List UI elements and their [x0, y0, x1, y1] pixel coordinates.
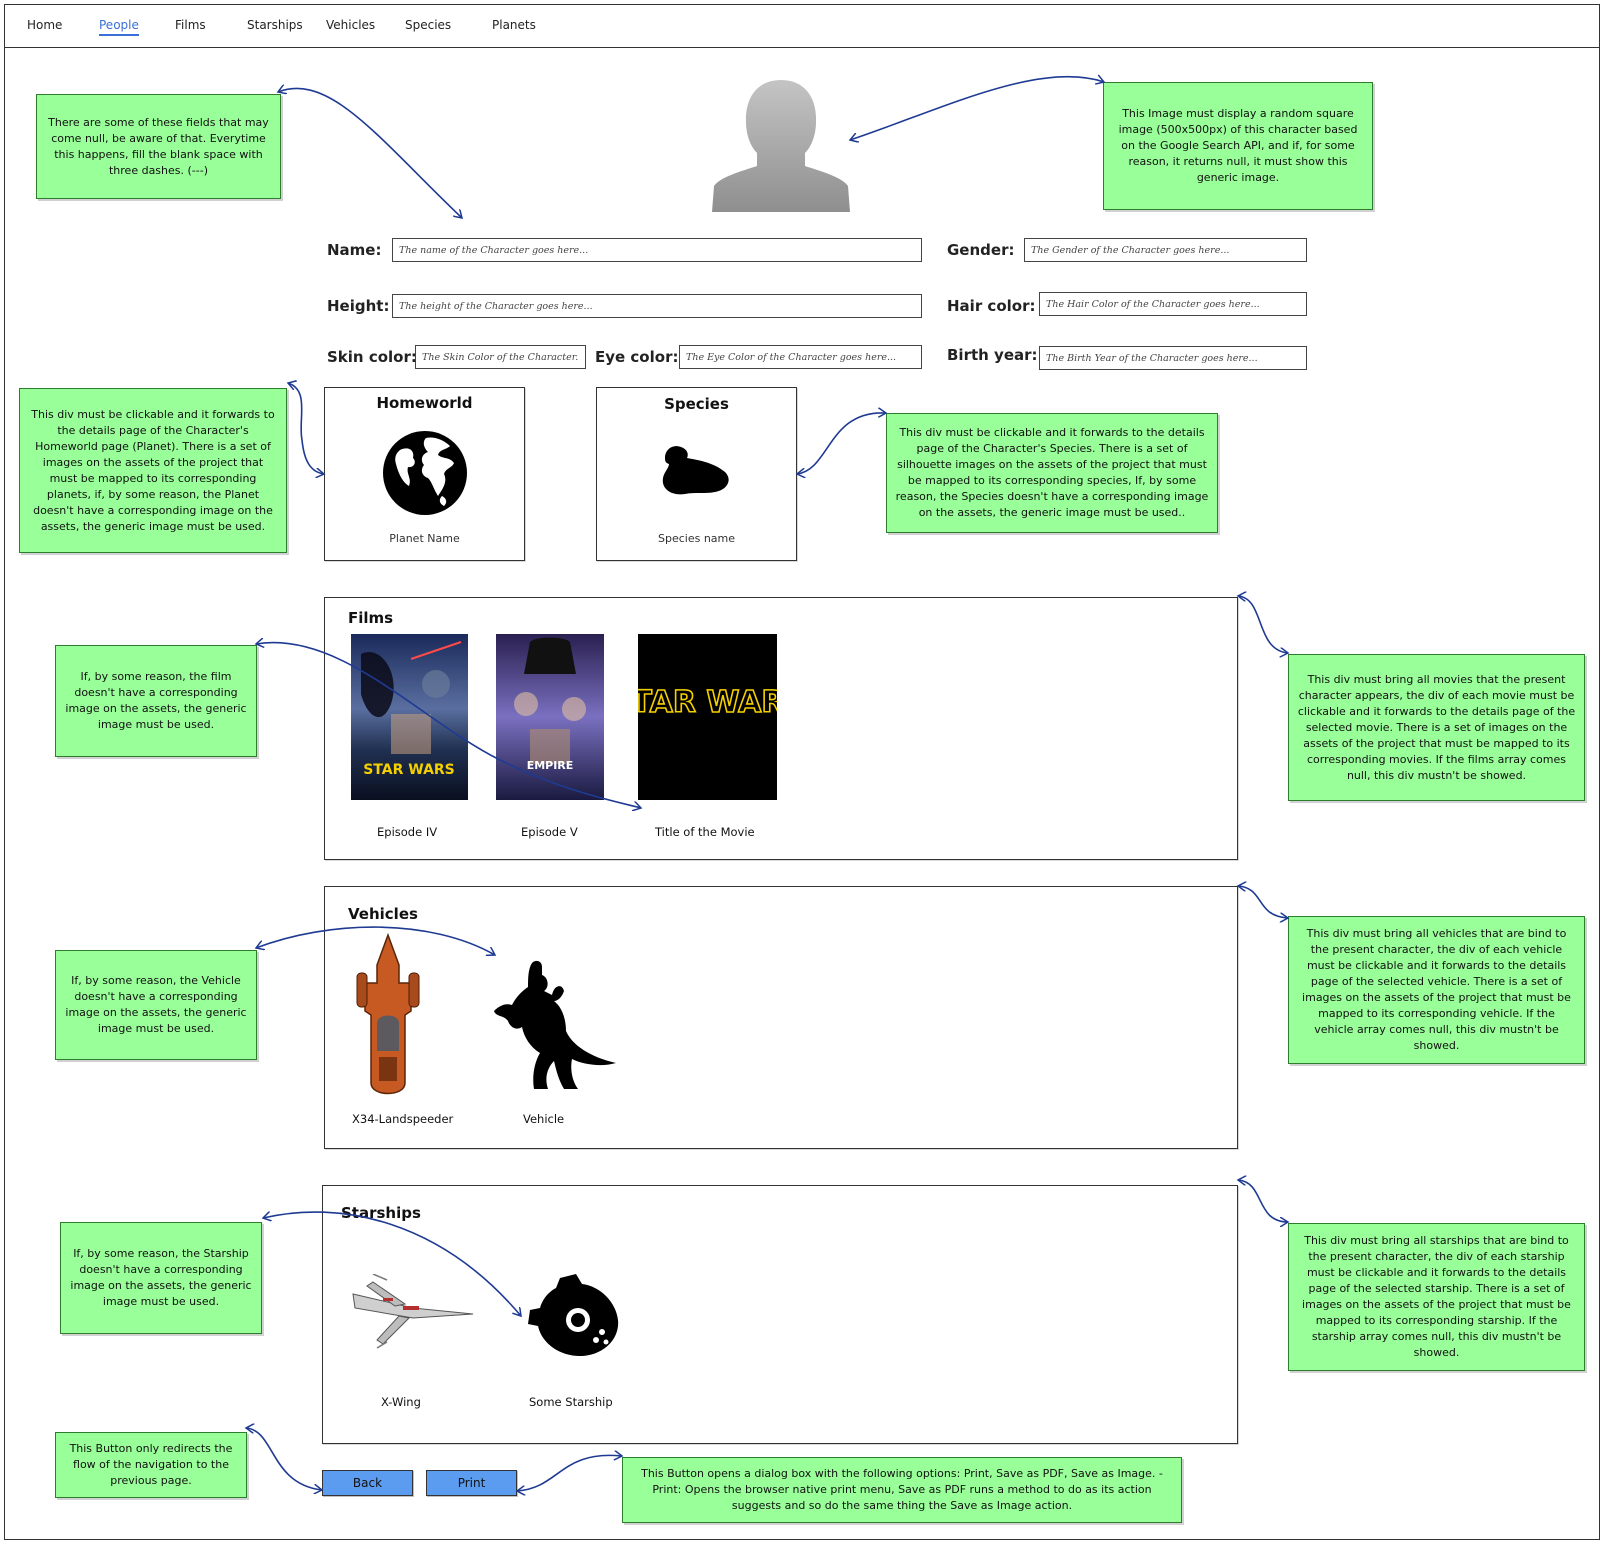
annotation-arrows	[0, 0, 1607, 1547]
